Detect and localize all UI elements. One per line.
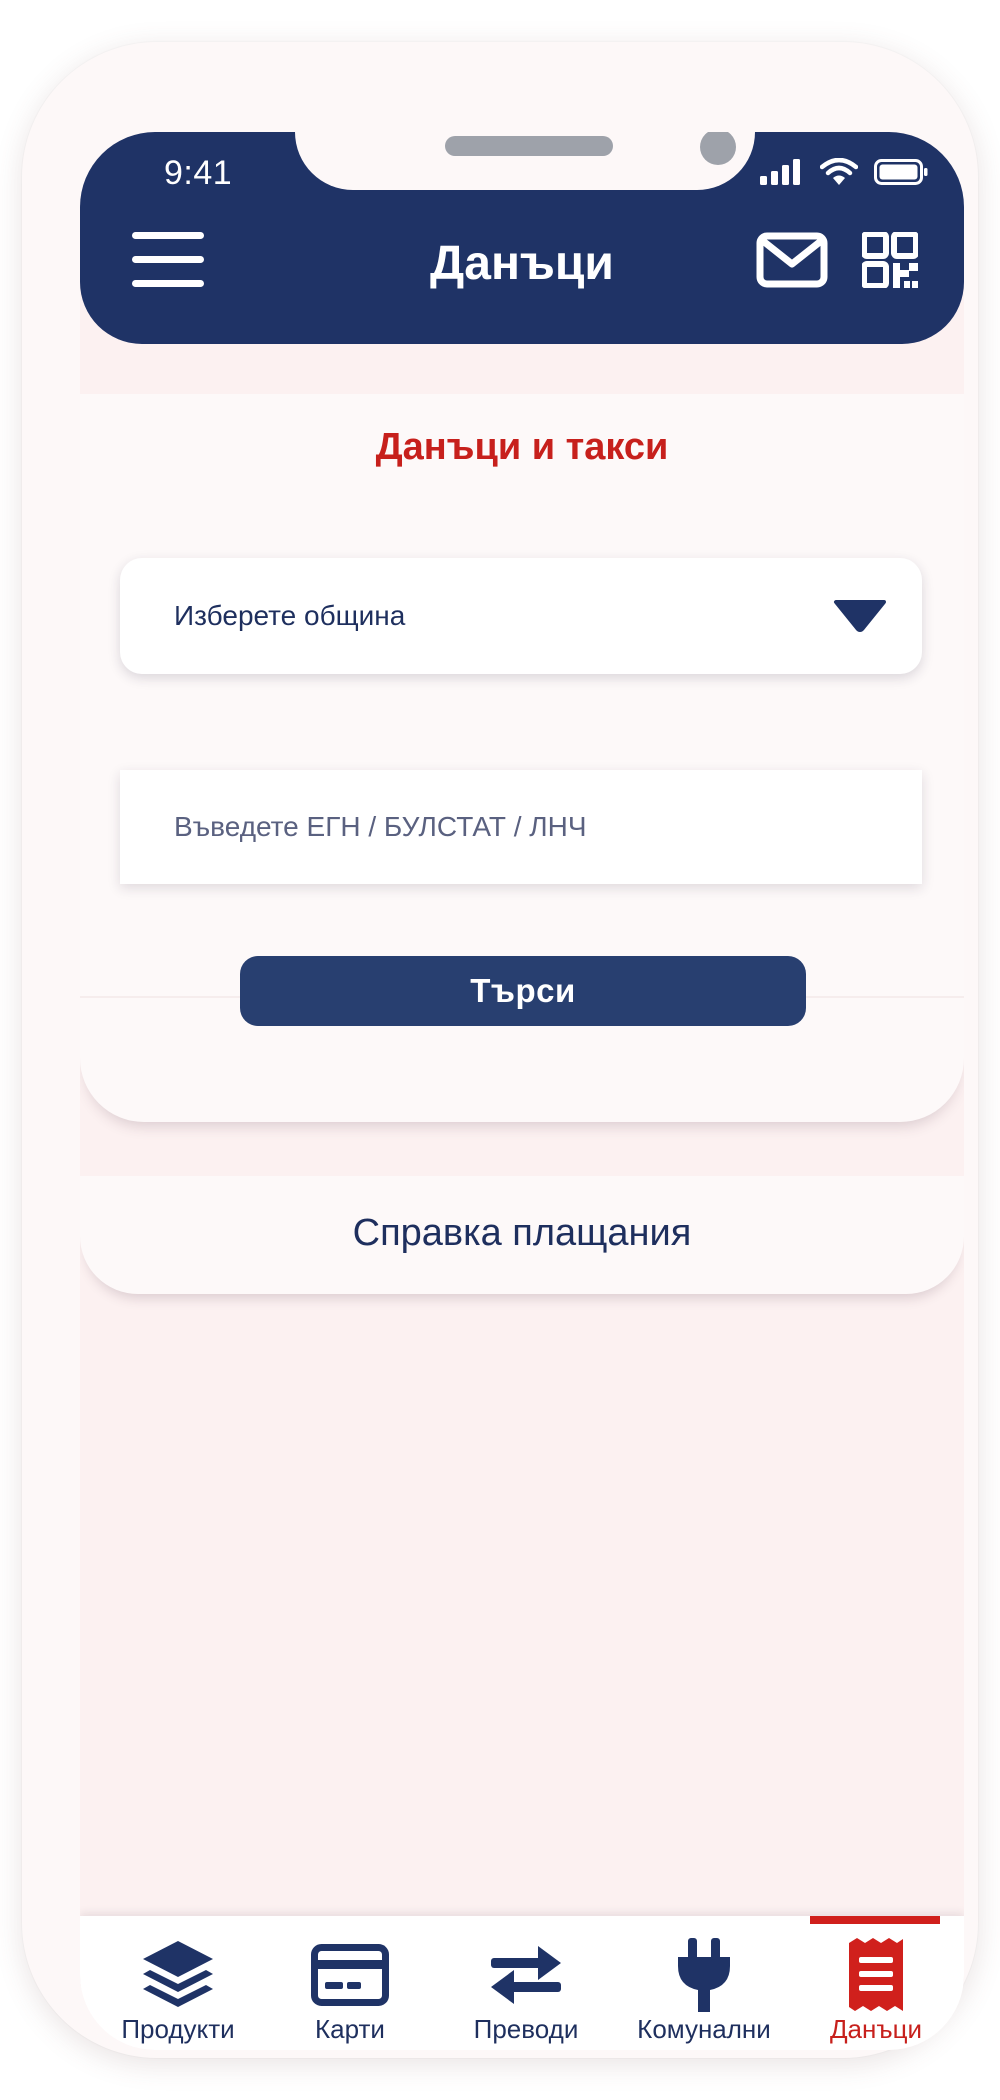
search-button[interactable]: Търси bbox=[240, 956, 806, 1026]
transfer-arrows-icon bbox=[491, 1946, 561, 2004]
speaker-grille bbox=[445, 136, 613, 156]
credit-card-icon bbox=[311, 1944, 389, 2006]
tab-transfers-label: Преводи bbox=[473, 2014, 579, 2044]
mail-icon[interactable] bbox=[756, 232, 828, 288]
status-icons bbox=[760, 158, 928, 186]
id-number-input[interactable] bbox=[120, 770, 922, 884]
tab-products-label: Продукти bbox=[121, 2014, 235, 2044]
tab-cards-label: Карти bbox=[315, 2014, 385, 2044]
tab-products[interactable]: Продукти bbox=[98, 1916, 258, 2050]
page-title: Данъци bbox=[430, 237, 614, 290]
bottom-tab-bar: Продукти Карти Преводи Комунални Данъци bbox=[80, 1916, 964, 2050]
payments-inquiry-title: Справка плащания bbox=[352, 1212, 692, 1254]
device-notch bbox=[295, 132, 755, 190]
tab-taxes[interactable]: Данъци bbox=[796, 1916, 956, 2050]
wifi-icon bbox=[820, 158, 858, 185]
app-screen: 9:41 Данъци Данъци и такси Изберете общи… bbox=[80, 132, 964, 2050]
front-camera bbox=[700, 132, 736, 165]
municipality-select-value: Изберете община bbox=[174, 600, 406, 631]
payments-inquiry-card[interactable]: Справка плащания bbox=[80, 1176, 964, 1294]
municipality-select[interactable]: Изберете община bbox=[120, 558, 922, 674]
tax-card-title: Данъци и такси bbox=[375, 426, 669, 468]
tab-cards[interactable]: Карти bbox=[270, 1916, 430, 2050]
layers-icon bbox=[143, 1941, 213, 2007]
receipt-icon bbox=[849, 1938, 903, 2011]
battery-icon bbox=[874, 159, 928, 185]
plug-icon bbox=[678, 1938, 730, 2012]
tab-utilities-label: Комунални bbox=[637, 2014, 771, 2044]
tab-taxes-label: Данъци bbox=[829, 2014, 923, 2044]
status-time: 9:41 bbox=[164, 154, 233, 192]
tax-search-card: Данъци и такси Изберете община Търси bbox=[80, 394, 964, 1122]
chevron-down-icon bbox=[834, 600, 886, 632]
cellular-signal-icon bbox=[760, 159, 800, 185]
tab-transfers[interactable]: Преводи bbox=[446, 1916, 606, 2050]
phone-frame: 9:41 Данъци Данъци и такси Изберете общи… bbox=[22, 42, 978, 2058]
app-header: 9:41 Данъци bbox=[80, 132, 964, 344]
tab-utilities[interactable]: Комунални bbox=[624, 1916, 784, 2050]
qr-code-icon[interactable] bbox=[861, 231, 919, 289]
